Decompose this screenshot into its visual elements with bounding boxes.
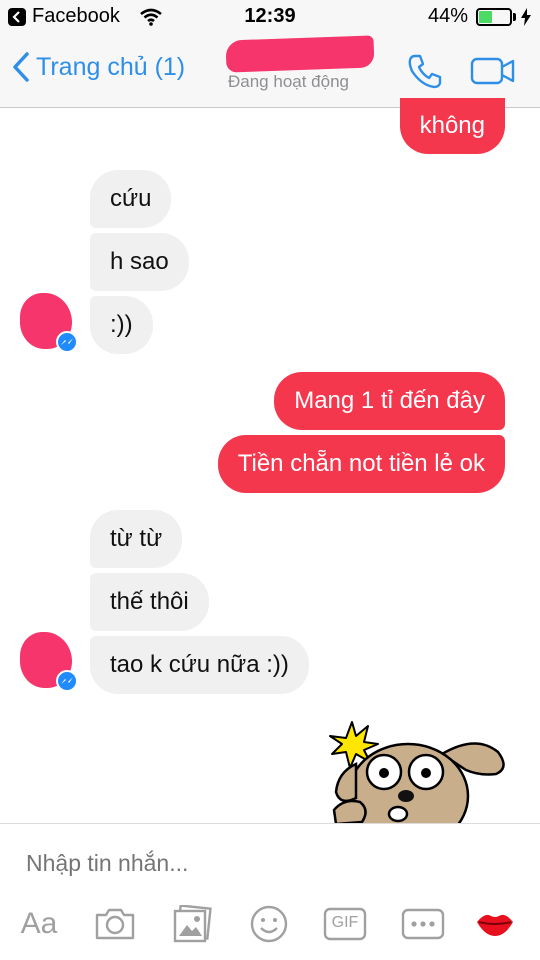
avatar[interactable] [20,293,78,353]
emoji-icon[interactable] [244,902,294,946]
battery-fill [479,11,493,23]
message-outgoing[interactable]: Tiền chẵn not tiền lẻ ok [217,435,505,493]
message-incoming[interactable]: h sao [90,233,189,291]
back-button[interactable]: Trang chủ (1) [12,52,185,82]
video-camera-icon[interactable] [470,56,516,91]
message-input[interactable] [26,850,506,877]
message-incoming[interactable]: từ từ [90,510,183,568]
battery-percent: 44% [428,5,469,27]
aa-label: Aa [20,907,58,940]
messenger-badge-icon [56,331,78,353]
message-outgoing[interactable]: không [399,98,505,154]
message-incoming[interactable]: tao k cứu nữa :)) [90,636,309,694]
gallery-icon[interactable] [168,902,218,946]
message-incoming[interactable]: cứu [90,170,172,228]
charging-bolt-icon [520,8,532,31]
messenger-badge-icon [56,670,78,692]
battery-tip [513,13,516,21]
dog-sticker[interactable] [326,714,506,824]
message-incoming[interactable]: :)) [90,296,153,354]
battery-icon [476,8,512,26]
phone-icon[interactable] [406,52,444,95]
lips-icon[interactable] [470,902,520,946]
avatar[interactable] [20,632,78,692]
composer: Aa GIF [0,823,540,960]
active-status: Đang hoạt động [228,72,349,91]
camera-icon[interactable] [90,902,140,946]
more-icon[interactable] [398,902,448,946]
message-incoming[interactable]: thế thôi [90,573,209,631]
contact-name-redacted[interactable] [225,35,375,73]
message-outgoing[interactable]: Mang 1 tỉ đến đây [274,372,505,430]
back-label: Trang chủ (1) [36,52,186,81]
gif-label: GIF [331,914,359,931]
gif-button[interactable]: GIF [320,902,370,946]
status-bar: Facebook 12:39 44% [0,0,540,36]
text-format-button[interactable]: Aa [14,902,64,946]
back-chevron-icon [13,52,29,82]
